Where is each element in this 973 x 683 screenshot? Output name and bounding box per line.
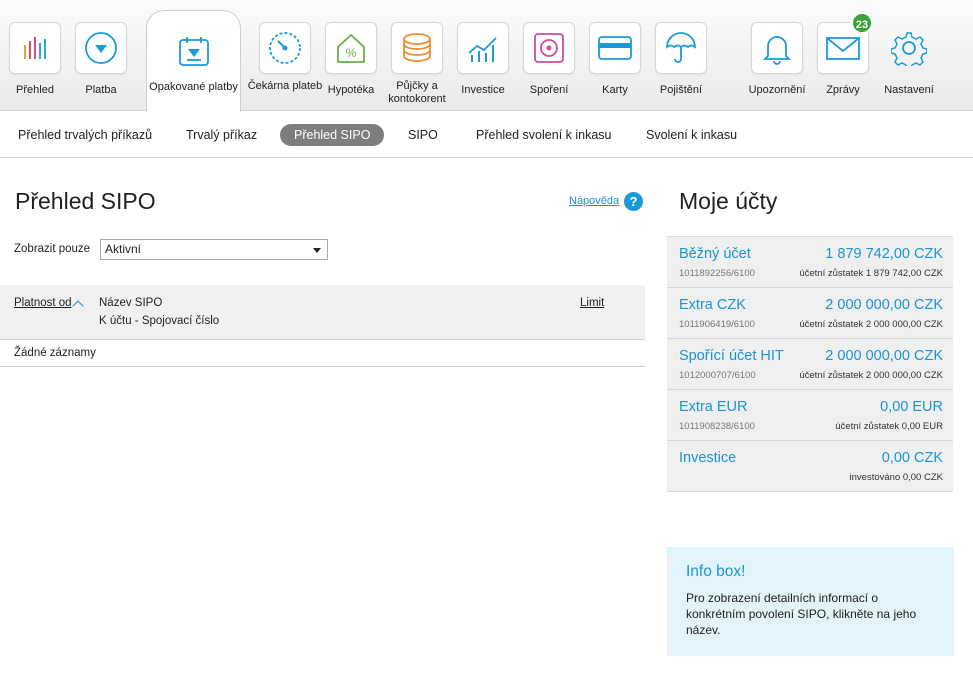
payment-icon: [75, 22, 127, 74]
subnav-prehled-svoleni-k-inkasu[interactable]: Přehled svolení k inkasu: [476, 124, 612, 146]
account-balance-note: účetní zůstatek 1 879 742,00 CZK: [799, 268, 943, 279]
help-link[interactable]: Nápověda: [569, 195, 619, 207]
svg-text:%: %: [346, 46, 357, 60]
info-box-text: Pro zobrazení detailních informací o kon…: [686, 591, 917, 637]
nav-label: Platba: [85, 84, 117, 96]
card-icon: [589, 22, 641, 74]
calendar-icon: [173, 31, 214, 71]
column-sipo-name: Název SIPO: [99, 297, 163, 309]
subnav-prehled-sipo[interactable]: Přehled SIPO: [280, 124, 385, 146]
nav-item-pojisteni[interactable]: Pojištění: [655, 22, 707, 96]
bell-icon: [751, 22, 803, 74]
chevron-down-icon: [313, 248, 321, 253]
info-box-title: Info box!: [686, 563, 746, 580]
safe-icon: [523, 22, 575, 74]
accounts-title: Moje účty: [679, 188, 778, 214]
account-balance-note: účetní zůstatek 2 000 000,00 CZK: [799, 319, 943, 330]
account-row[interactable]: Spořící účet HIT 1012000707/6100 2 000 0…: [667, 339, 953, 390]
empty-records-row: Žádné záznamy: [0, 341, 645, 367]
filter-label: Zobrazit pouze: [14, 243, 91, 255]
column-limit[interactable]: Limit: [580, 297, 604, 309]
account-balance-note: účetní zůstatek 2 000 000,00 CZK: [799, 370, 943, 381]
nav-item-upozorneni[interactable]: Upozornění: [749, 22, 805, 96]
page-title: Přehled SIPO: [15, 188, 156, 214]
account-amount: 0,00 CZK: [881, 450, 943, 466]
sort-ascending-icon[interactable]: [72, 300, 84, 312]
coins-icon: [391, 22, 443, 74]
gear-icon: [883, 22, 935, 74]
gauge-icon: [259, 22, 311, 74]
subnav-svoleni-k-inkasu[interactable]: Svolení k inkasu: [646, 124, 737, 146]
column-account: K účtu - Spojovací číslo: [99, 315, 220, 327]
account-amount: 2 000 000,00 CZK: [825, 348, 943, 364]
account-name[interactable]: Spořící účet HIT: [679, 348, 784, 364]
account-name[interactable]: Extra CZK: [679, 297, 746, 313]
bar-chart-icon: [9, 22, 61, 74]
info-box: Info box! Pro zobrazení detailních infor…: [667, 547, 954, 656]
account-amount: 2 000 000,00 CZK: [825, 297, 943, 313]
nav-item-sporeni[interactable]: Spoření: [523, 22, 575, 96]
account-number: 1011892256/6100: [679, 268, 755, 279]
sub-navigation: Přehled trvalých příkazů Trvalý příkaz P…: [0, 112, 973, 158]
house-percent-icon: %: [325, 22, 377, 74]
umbrella-icon: [655, 22, 707, 74]
account-balance-note: účetní zůstatek 0,00 EUR: [835, 421, 943, 432]
account-name[interactable]: Běžný účet: [679, 246, 751, 262]
status-filter-select[interactable]: Aktivní: [100, 239, 328, 260]
nav-item-pujcky[interactable]: Půjčky a kontokorent: [388, 22, 446, 105]
account-name[interactable]: Investice: [679, 450, 736, 466]
nav-item-platba[interactable]: Platba: [75, 22, 127, 96]
account-amount: 1 879 742,00 CZK: [825, 246, 943, 262]
nav-item-zpravy[interactable]: 23 Zprávy: [817, 12, 873, 96]
nav-label: Nastavení: [884, 84, 934, 96]
nav-item-opakovane-platby[interactable]: Opakované platby: [146, 10, 241, 112]
account-balance-note: investováno 0,00 CZK: [849, 472, 943, 483]
nav-item-nastaveni[interactable]: Nastavení: [883, 22, 935, 96]
nav-label: Opakované platby: [149, 81, 238, 93]
table-header: Platnost od Název SIPO K účtu - Spojovac…: [0, 285, 645, 340]
account-amount: 0,00 EUR: [880, 399, 943, 415]
filter-selected-value: Aktivní: [105, 242, 142, 256]
account-name[interactable]: Extra EUR: [679, 399, 748, 415]
main-navigation: Přehled Platba Opakované platby Čekárna …: [0, 0, 973, 112]
unread-count-badge: 23: [851, 12, 873, 34]
nav-item-hypoteka[interactable]: % Hypotéka: [325, 22, 377, 96]
subnav-trvaly-prikaz[interactable]: Trvalý příkaz: [186, 124, 257, 146]
nav-label: Pojištění: [659, 84, 703, 96]
subnav-prehled-trvalych-prikazu[interactable]: Přehled trvalých příkazů: [18, 124, 152, 146]
account-number: 1012000707/6100: [679, 370, 756, 381]
nav-item-karty[interactable]: Karty: [589, 22, 641, 96]
nav-item-investice[interactable]: Investice: [457, 22, 509, 96]
nav-item-prehled[interactable]: Přehled: [9, 22, 61, 96]
column-valid-from[interactable]: Platnost od: [14, 297, 72, 309]
subnav-sipo[interactable]: SIPO: [408, 124, 438, 146]
nav-item-cekarna-plateb[interactable]: Čekárna plateb: [248, 22, 322, 92]
account-row[interactable]: Investice 0,00 CZK investováno 0,00 CZK: [667, 441, 953, 492]
account-number: 1011906419/6100: [679, 319, 755, 330]
account-row[interactable]: Běžný účet 1011892256/6100 1 879 742,00 …: [667, 237, 953, 288]
account-row[interactable]: Extra EUR 1011908238/6100 0,00 EUR účetn…: [667, 390, 953, 441]
account-row[interactable]: Extra CZK 1011906419/6100 2 000 000,00 C…: [667, 288, 953, 339]
growth-chart-icon: [457, 22, 509, 74]
help-icon[interactable]: ?: [624, 192, 643, 211]
accounts-list: Běžný účet 1011892256/6100 1 879 742,00 …: [667, 236, 953, 492]
account-number: 1011908238/6100: [679, 421, 755, 432]
